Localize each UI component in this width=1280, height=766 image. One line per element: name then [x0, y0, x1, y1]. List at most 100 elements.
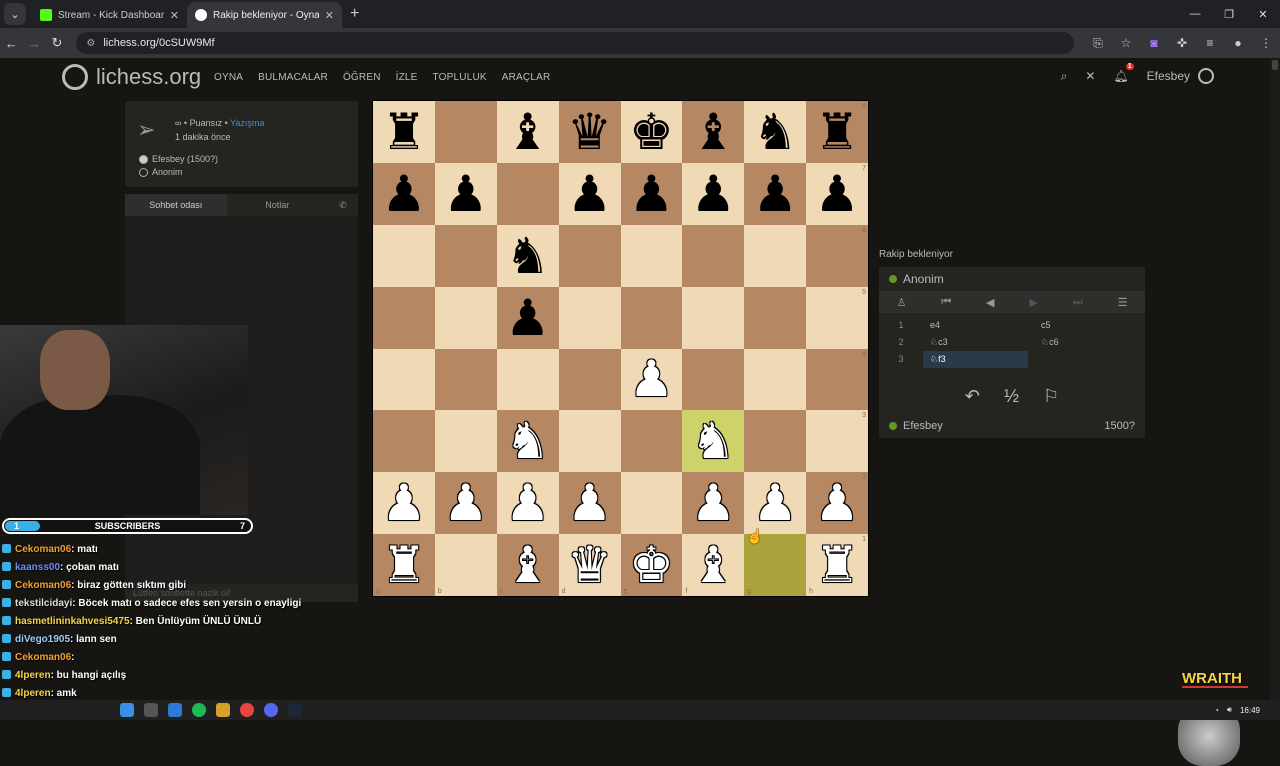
menu-play[interactable]: OYNA: [214, 72, 243, 83]
extension-icon[interactable]: ◙: [1140, 36, 1168, 51]
square-c7[interactable]: [496, 162, 559, 225]
move-white[interactable]: e4: [923, 317, 1034, 334]
voice-chat-icon[interactable]: ✆: [328, 194, 358, 216]
square-g5[interactable]: [744, 286, 807, 349]
square-e4[interactable]: ♟: [620, 348, 683, 411]
square-e2[interactable]: [620, 472, 683, 535]
taskbar-app-icon[interactable]: [216, 703, 230, 717]
square-g4[interactable]: [744, 348, 807, 411]
tab-close-icon[interactable]: ✕: [170, 9, 179, 22]
clock[interactable]: 16:49: [1240, 706, 1260, 715]
url-field[interactable]: ⚙ lichess.org/0cSUW9Mf: [76, 32, 1074, 54]
black-bishop-icon[interactable]: ♝: [505, 107, 550, 157]
square-f2[interactable]: ♟: [682, 472, 745, 535]
next-move-icon[interactable]: ▶: [1029, 296, 1037, 309]
puzzle-extensions-icon[interactable]: ✜: [1168, 36, 1196, 51]
square-f6[interactable]: [682, 224, 745, 287]
square-b8[interactable]: [434, 101, 497, 163]
white-rook-icon[interactable]: ♜: [815, 540, 860, 590]
black-rook-icon[interactable]: ♜: [382, 107, 427, 157]
square-h2[interactable]: 2 ♟: [806, 472, 868, 535]
square-f5[interactable]: [682, 286, 745, 349]
square-g8[interactable]: ♞: [744, 101, 807, 163]
square-a8[interactable]: ♜: [373, 101, 435, 163]
square-f1[interactable]: f ♝: [682, 534, 745, 596]
square-h6[interactable]: 6: [806, 224, 868, 287]
square-d8[interactable]: ♛: [558, 101, 621, 163]
black-knight-icon[interactable]: ♞: [753, 107, 798, 157]
profile-icon[interactable]: ●: [1224, 36, 1252, 51]
square-f4[interactable]: [682, 348, 745, 411]
menu-learn[interactable]: ÖĞREN: [343, 72, 381, 83]
minimize-icon[interactable]: —: [1178, 0, 1212, 28]
black-pawn-icon[interactable]: ♟: [382, 169, 427, 219]
wifi-icon[interactable]: ◔: [1214, 706, 1219, 715]
white-pawn-icon[interactable]: ♟: [691, 478, 736, 528]
takeback-icon[interactable]: ↶: [965, 386, 980, 416]
new-tab-button[interactable]: +: [350, 5, 359, 23]
move-black[interactable]: ♘c6: [1034, 334, 1145, 351]
notification-bell-icon[interactable]: 🔔︎ 1: [1113, 63, 1134, 83]
square-d3[interactable]: [558, 410, 621, 473]
page-scrollbar[interactable]: [1270, 58, 1280, 720]
square-c3[interactable]: ♞: [496, 410, 559, 473]
square-c1[interactable]: c ♝: [496, 534, 559, 596]
square-d7[interactable]: ♟: [558, 162, 621, 225]
menu-puzzles[interactable]: BULMACALAR: [258, 72, 328, 83]
square-h4[interactable]: 4: [806, 348, 868, 411]
square-c5[interactable]: ♟: [496, 286, 559, 349]
square-h1[interactable]: 1 h ♜: [806, 534, 868, 596]
square-a7[interactable]: ♟: [373, 162, 435, 225]
steam-icon[interactable]: [288, 703, 302, 717]
menu-tools[interactable]: ARAÇLAR: [502, 72, 551, 83]
tab-notes[interactable]: Notlar: [227, 194, 329, 216]
tab-search-button[interactable]: ⌄: [4, 3, 26, 25]
menu-watch[interactable]: İZLE: [396, 72, 418, 83]
square-h7[interactable]: 7 ♟: [806, 162, 868, 225]
white-pawn-icon[interactable]: ♟: [567, 478, 612, 528]
square-f3[interactable]: ♞: [682, 410, 745, 473]
black-knight-icon[interactable]: ♞: [505, 231, 550, 281]
white-knight-icon[interactable]: ♞: [505, 416, 550, 466]
square-e6[interactable]: [620, 224, 683, 287]
square-f7[interactable]: ♟: [682, 162, 745, 225]
square-b5[interactable]: [434, 286, 497, 349]
close-window-icon[interactable]: ✕: [1246, 0, 1280, 28]
move-black[interactable]: [1034, 351, 1145, 368]
tab-kick-dashboard[interactable]: Stream - Kick Dashboard ✕: [32, 2, 187, 28]
kebab-menu-icon[interactable]: ⋮: [1252, 36, 1280, 51]
square-g3[interactable]: [744, 410, 807, 473]
square-b4[interactable]: [434, 348, 497, 411]
flip-board-icon[interactable]: ♙: [896, 296, 906, 309]
square-a5[interactable]: [373, 286, 435, 349]
white-pawn-icon[interactable]: ♟: [505, 478, 550, 528]
game-mode-link[interactable]: Yazışma: [230, 118, 264, 128]
white-knight-icon[interactable]: ♞: [691, 416, 736, 466]
square-a3[interactable]: [373, 410, 435, 473]
forward-arrow-icon[interactable]: →: [23, 36, 46, 51]
white-pawn-icon[interactable]: ♟: [382, 478, 427, 528]
square-d4[interactable]: [558, 348, 621, 411]
top-player-name[interactable]: Anonim: [903, 272, 944, 286]
bookmark-star-icon[interactable]: ☆: [1112, 36, 1140, 51]
square-d6[interactable]: [558, 224, 621, 287]
chess-board[interactable]: ♜ ♝ ♛ ♚ ♝ ♞ 8 ♜ ♟ ♟ ♟ ♟ ♟ ♟ 7 ♟ ♞ 6 ♟ 5 ♟ 4 ♞ ♞ 3 ♟ ♟ ♟ ♟ ♟ ♟ 2 ♟ a ♜ b c ♝ d ♛…: [372, 100, 869, 597]
square-b1[interactable]: b: [434, 534, 497, 596]
black-pawn-icon[interactable]: ♟: [691, 169, 736, 219]
white-pawn-icon[interactable]: ♟: [629, 354, 674, 404]
black-pawn-icon[interactable]: ♟: [753, 169, 798, 219]
first-move-icon[interactable]: ⏮: [941, 296, 951, 309]
square-c8[interactable]: ♝: [496, 101, 559, 163]
black-pawn-icon[interactable]: ♟: [567, 169, 612, 219]
square-e7[interactable]: ♟: [620, 162, 683, 225]
square-a4[interactable]: [373, 348, 435, 411]
black-king-icon[interactable]: ♚: [629, 107, 674, 157]
square-h8[interactable]: 8 ♜: [806, 101, 868, 163]
square-b2[interactable]: ♟: [434, 472, 497, 535]
white-king-icon[interactable]: ♚: [629, 540, 674, 590]
resign-flag-icon[interactable]: ⚐: [1043, 386, 1059, 416]
square-d5[interactable]: [558, 286, 621, 349]
square-g6[interactable]: [744, 224, 807, 287]
square-g7[interactable]: ♟: [744, 162, 807, 225]
square-c4[interactable]: [496, 348, 559, 411]
